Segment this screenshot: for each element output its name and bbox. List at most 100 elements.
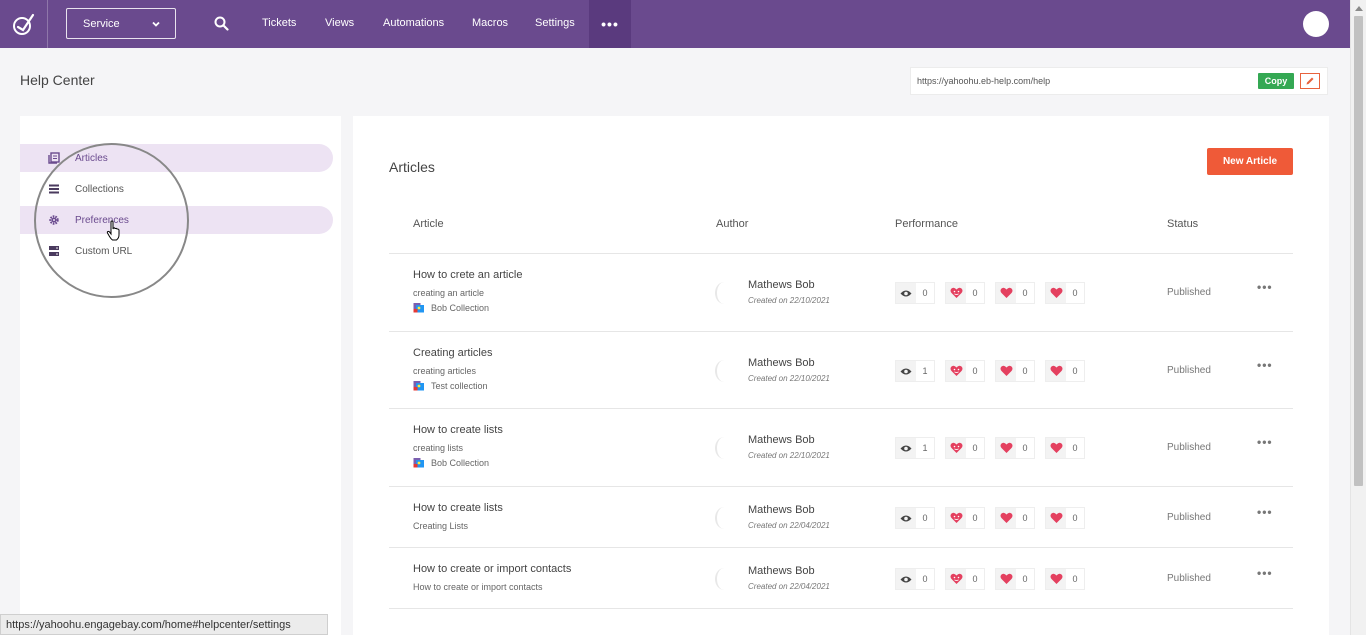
logo-icon [12,13,34,35]
reaction-stat: 0 [995,437,1035,459]
search-icon [214,16,229,31]
reaction-stat: 0 [945,568,985,590]
sidebar: Articles Collections Preferences Custom … [20,116,341,635]
nav-views[interactable]: Views [325,17,354,29]
article-title[interactable]: Creating articles [413,347,492,359]
heart-face-icon [950,573,962,584]
collection-icon [413,302,425,313]
article-subtitle: How to create or import contacts [413,582,543,592]
author-name: Mathews Bob [748,565,815,577]
reaction-count: 0 [1072,288,1078,298]
app-logo[interactable] [0,0,48,48]
reaction-count: 0 [1022,366,1028,376]
top-navbar [0,0,1350,48]
reaction-stat: 0 [945,507,985,529]
article-collection: Test collection [413,380,488,391]
row-more-icon[interactable]: ••• [1257,505,1273,519]
reaction-count: 0 [1022,288,1028,298]
sidebar-item-collections[interactable]: Collections [20,175,333,203]
reaction-stat: 0 [1045,282,1085,304]
reaction-count: 0 [972,288,978,298]
reaction-stat: 0 [945,360,985,382]
table-row[interactable]: Creating articles creating articles Test c… [389,332,1293,409]
reaction-stat: 0 [945,282,985,304]
table-row[interactable]: How to crete an article creating an artic… [389,254,1293,332]
collection-icon [413,380,425,391]
performance-stats: 0 0 0 0 [895,507,1095,529]
views-stat: 1 [895,437,935,459]
heart-face-icon [950,287,962,298]
created-date: Created on 22/10/2021 [748,451,830,460]
scroll-up-icon[interactable] [1355,6,1363,11]
collection-name: Bob Collection [431,302,490,313]
heart-face-icon [950,512,962,523]
status-badge: Published [1167,365,1211,376]
created-date: Created on 22/10/2021 [748,374,830,383]
user-avatar[interactable] [1303,11,1329,37]
articles-icon [48,152,60,164]
performance-stats: 1 0 0 0 [895,360,1095,382]
article-title[interactable]: How to create lists [413,502,503,514]
reaction-stat: 0 [1045,360,1085,382]
table-row[interactable]: How to create or import contacts How to c… [389,548,1293,609]
created-date: Created on 22/04/2021 [748,582,830,591]
article-collection: Bob Collection [413,302,489,313]
heart-icon [1000,512,1012,523]
eye-icon [900,445,912,451]
page-scrollbar[interactable] [1350,0,1366,635]
sidebar-item-label: Articles [75,152,108,164]
more-menu-button[interactable]: ••• [589,0,631,48]
new-article-button[interactable]: New Article [1207,148,1293,175]
copy-button[interactable]: Copy [1258,73,1294,89]
performance-stats: 0 0 0 0 [895,282,1095,304]
reaction-count: 0 [1072,366,1078,376]
row-more-icon[interactable]: ••• [1257,566,1273,580]
heart-icon [1000,442,1012,453]
status-badge: Published [1167,287,1211,298]
author-name: Mathews Bob [748,504,815,516]
sidebar-item-articles[interactable]: Articles [20,144,333,172]
heart-icon [1050,573,1062,584]
eye-icon [900,576,912,582]
eye-icon [900,290,912,296]
nav-macros[interactable]: Macros [472,17,508,29]
table-row[interactable]: How to create lists creating lists Bob Col… [389,409,1293,487]
heart-face-icon [950,365,962,376]
heart-icon [1000,573,1012,584]
more-dots-icon: ••• [601,16,619,32]
nav-tickets[interactable]: Tickets [262,17,296,29]
reaction-count: 0 [1022,513,1028,523]
nav-settings[interactable]: Settings [535,17,575,29]
reaction-count: 0 [972,513,978,523]
reaction-stat: 0 [995,360,1035,382]
author-name: Mathews Bob [748,434,815,446]
article-title[interactable]: How to crete an article [413,269,522,281]
article-collection: Bob Collection [413,457,489,468]
author-avatar [715,437,733,459]
nav-automations[interactable]: Automations [383,17,444,29]
column-header-performance: Performance [895,218,958,230]
row-more-icon[interactable]: ••• [1257,280,1273,294]
sidebar-item-custom-url[interactable]: Custom URL [20,237,333,265]
column-header-status: Status [1167,218,1199,230]
sidebar-item-preferences[interactable]: Preferences [20,206,333,234]
views-count: 1 [922,443,928,453]
performance-stats: 1 0 0 0 [895,437,1095,459]
row-more-icon[interactable]: ••• [1257,358,1273,372]
heart-icon [1050,442,1062,453]
article-title[interactable]: How to create lists [413,424,503,436]
search-button[interactable] [214,16,229,34]
reaction-stat: 0 [1045,507,1085,529]
service-dropdown[interactable]: Service [66,8,176,39]
table-row[interactable]: How to create lists Creating Lists Mathews… [389,487,1293,548]
reaction-stat: 0 [945,437,985,459]
article-title[interactable]: How to create or import contacts [413,563,571,575]
edit-url-button[interactable] [1300,73,1320,89]
pencil-icon [1306,77,1314,85]
column-header-article: Article [413,218,444,230]
scroll-thumb[interactable] [1354,16,1363,486]
row-more-icon[interactable]: ••• [1257,435,1273,449]
hand-cursor-icon [106,220,120,241]
sidebar-item-label: Custom URL [75,245,133,257]
eye-icon [900,368,912,374]
